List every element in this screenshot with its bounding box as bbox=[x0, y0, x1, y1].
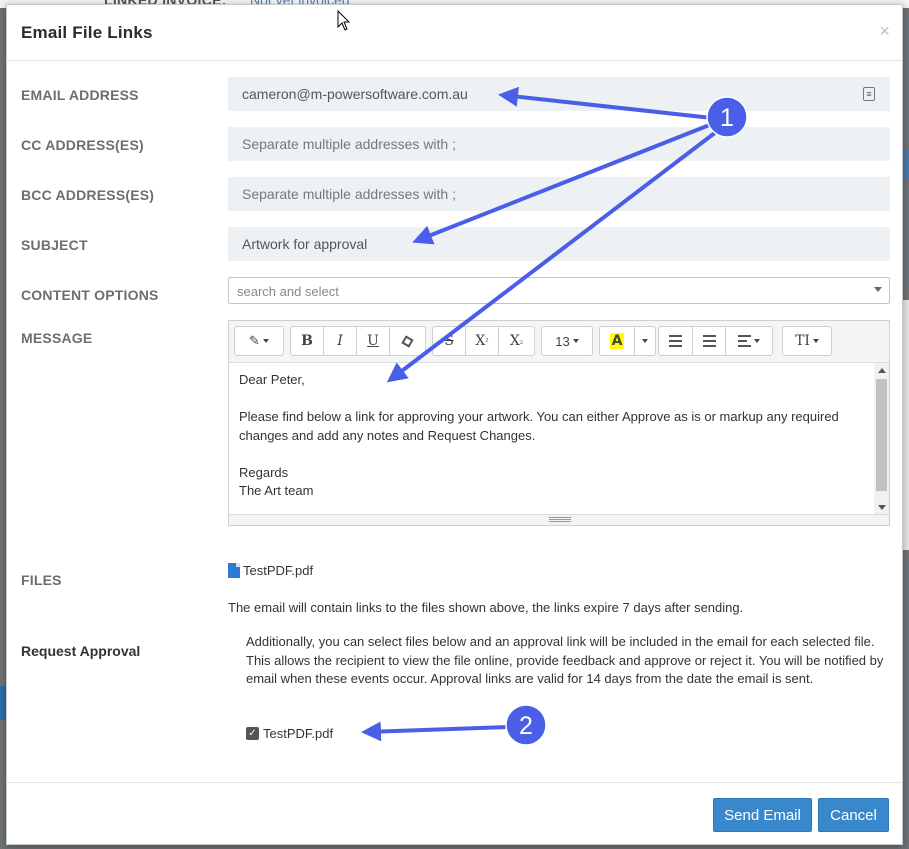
annotation-arrow bbox=[412, 122, 713, 245]
annotation-overlay: 1 2 bbox=[361, 86, 748, 746]
annotation-arrow bbox=[386, 130, 718, 383]
annotation-arrow bbox=[498, 86, 713, 120]
annotation-marker-1-label: 1 bbox=[720, 104, 734, 132]
mouse-cursor-icon bbox=[337, 10, 351, 31]
annotation-arrow bbox=[361, 721, 509, 742]
annotation-marker-2-label: 2 bbox=[519, 712, 533, 740]
